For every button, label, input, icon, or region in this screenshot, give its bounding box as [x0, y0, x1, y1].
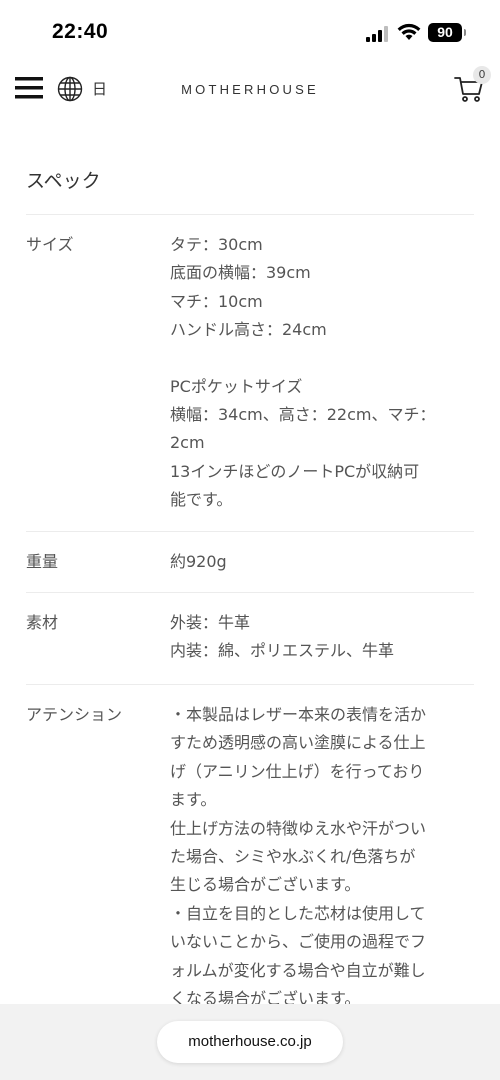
spec-line: タテ：30cm [170, 235, 263, 254]
status-bar: 22:40 90 [0, 0, 500, 66]
spec-label: アテンション [26, 704, 123, 724]
spec-line: ます。 [170, 790, 217, 810]
spec-line: ハンドル高さ：24cm [170, 320, 327, 340]
spec-line: ォルムが変化する場合や自立が難し [170, 960, 426, 980]
spec-label: 重量 [26, 551, 59, 571]
spec-gap [170, 345, 474, 373]
spec-row-material: 素材 外装：牛革 内装：綿、ポリエステル、牛革 [26, 593, 474, 684]
spec-row-weight: 重量 約920g [26, 532, 474, 592]
spec-line: 横幅：34cm、高さ：22cm、マチ： [170, 405, 436, 425]
spec-row-attention: アテンション ・本製品はレザー本来の表情を活か すため透明感の高い塗膜による仕上… [26, 685, 474, 1013]
spec-line: げ（アニリン仕上げ）を行っており [170, 761, 425, 781]
spec-title: スペック [26, 170, 101, 192]
spec-line: ・自立を目的とした芯材は使用して [170, 903, 426, 923]
status-time: 22:40 [52, 20, 109, 43]
url-bar[interactable]: motherhouse.co.jp [157, 1021, 343, 1063]
spec-line: 13インチほどのノートPCが収納可 [170, 461, 420, 481]
spec-line: PCポケットサイズ [170, 376, 303, 396]
spec-line: た場合、シミや水ぶくれ/色落ちが [170, 846, 416, 866]
spec-line: 底面の横幅：39cm [170, 263, 311, 283]
battery-icon: 90 [428, 23, 466, 42]
site-header: 日 MOTHERHOUSE [0, 66, 500, 114]
spec-line: 約920g [170, 551, 227, 571]
cart-count-badge: 0 [473, 66, 491, 84]
spec-label: サイズ [26, 235, 74, 254]
spec-line: すため透明感の高い塗膜による仕上 [170, 733, 426, 753]
spec-label: 素材 [26, 613, 59, 633]
spec-value: 約920g [170, 548, 474, 576]
spec-line: いないことから、ご使用の過程でフ [170, 932, 427, 952]
spec-value: ・本製品はレザー本来の表情を活か すため透明感の高い塗膜による仕上 げ（アニリン… [170, 701, 474, 1013]
signal-icon [366, 26, 388, 42]
spec-line: 2cm [170, 433, 205, 453]
spec-line: ・本製品はレザー本来の表情を活か [170, 704, 427, 724]
spec-line: 外装：牛革 [170, 613, 251, 633]
browser-bottom-bar: motherhouse.co.jp [0, 1004, 500, 1080]
spec-line: マチ：10cm [170, 291, 263, 311]
spec-line: 仕上げ方法の特徴ゆえ水や汗がつい [170, 818, 427, 838]
wifi-icon [397, 23, 421, 40]
spec-line: 能です。 [170, 490, 233, 510]
spec-value: 外装：牛革 内装：綿、ポリエステル、牛革 [170, 609, 474, 666]
spec-row-size: サイズ タテ：30cm 底面の横幅：39cm マチ：10cm ハンドル高さ：24… [26, 215, 474, 531]
spec-value: タテ：30cm 底面の横幅：39cm マチ：10cm ハンドル高さ：24cm P… [170, 231, 474, 515]
site-logo[interactable]: MOTHERHOUSE [0, 82, 500, 97]
spec-line: 内装：綿、ポリエステル、牛革 [170, 641, 395, 661]
spec-section: スペック サイズ タテ：30cm 底面の横幅：39cm マチ：10cm ハンドル… [26, 114, 474, 1013]
spec-line: 生じる場合がございます。 [170, 875, 361, 895]
